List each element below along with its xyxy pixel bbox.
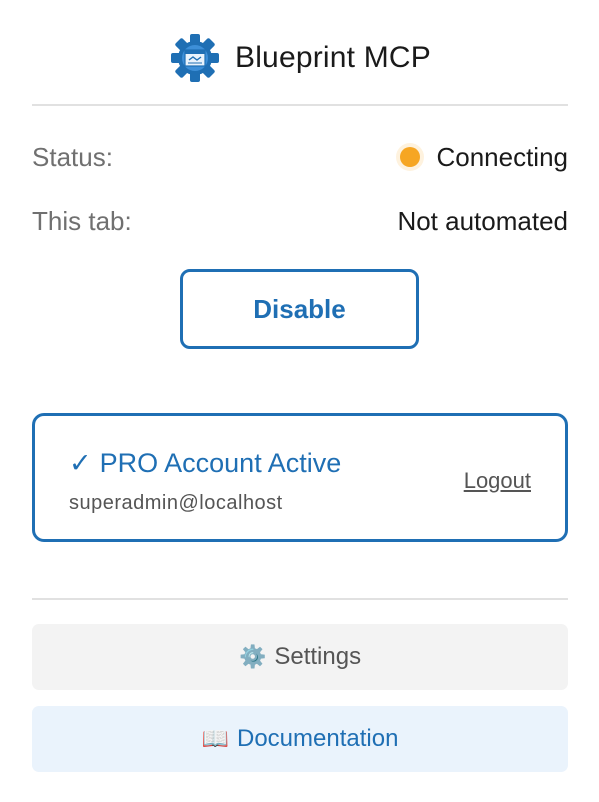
disable-button[interactable]: Disable: [180, 269, 419, 349]
documentation-button-label: Documentation: [236, 725, 399, 752]
checkmark-icon: ✓: [69, 448, 92, 478]
status-value-group: Connecting: [400, 142, 568, 173]
logout-link[interactable]: Logout: [464, 468, 531, 494]
tab-label: This tab:: [32, 205, 132, 236]
tab-row: This tab: Not automated: [32, 202, 568, 240]
blueprint-gear-logo-icon: [170, 34, 219, 82]
app-header: Blueprint MCP: [32, 30, 568, 86]
book-icon: 📖: [201, 726, 229, 751]
status-row: Status: Connecting: [32, 138, 568, 176]
gear-icon: ⚙️: [238, 644, 267, 669]
settings-button[interactable]: ⚙️ Settings: [32, 624, 568, 690]
status-value: Connecting: [436, 141, 568, 172]
tab-value: Not automated: [397, 205, 568, 236]
documentation-button[interactable]: 📖 Documentation: [32, 706, 568, 772]
status-label: Status:: [32, 141, 113, 172]
account-email: superadmin@localhost: [69, 492, 283, 514]
account-status: ✓ PRO Account Active: [69, 448, 341, 479]
status-dot-icon: [400, 147, 421, 167]
header-divider: [32, 104, 568, 106]
section-divider: [32, 598, 568, 600]
account-status-text: PRO Account Active: [99, 448, 342, 478]
account-card: ✓ PRO Account Active superadmin@localhos…: [32, 413, 568, 542]
app-title: Blueprint MCP: [234, 41, 431, 74]
settings-button-label: Settings: [274, 643, 362, 670]
